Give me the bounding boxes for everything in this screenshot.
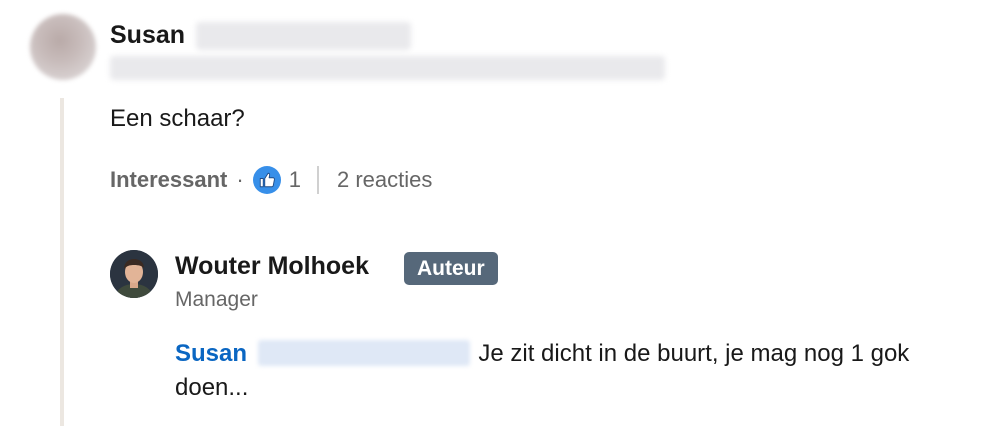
reaction-count[interactable]: 1 <box>289 167 301 193</box>
comment-actions: Interessant · 1 2 reacties <box>110 165 432 195</box>
thread-line <box>60 98 64 426</box>
comment-text: Een schaar? <box>110 105 245 132</box>
reply-text: Susan Je zit dicht in de buurt, je mag n… <box>175 337 975 405</box>
author-badge: Auteur <box>404 252 498 285</box>
reaction-button[interactable]: Interessant <box>110 167 227 193</box>
commenter-avatar[interactable] <box>30 14 96 80</box>
reply-author-name[interactable]: Wouter Molhoek <box>175 252 369 281</box>
commenter-name[interactable]: Susan <box>110 21 185 50</box>
reply-author-role: Manager <box>175 288 258 311</box>
commenter-surname-redacted <box>196 22 411 50</box>
mention-surname-redacted[interactable] <box>257 340 470 366</box>
thumbs-up-glyph <box>259 172 275 188</box>
actions-divider <box>316 166 319 194</box>
replies-link[interactable]: 2 reacties <box>337 167 432 193</box>
thumbs-up-icon[interactable] <box>252 166 281 194</box>
commenter-headline-redacted <box>110 56 665 80</box>
person-avatar-icon <box>110 250 158 298</box>
separator-dot: · <box>236 167 244 192</box>
mention-link[interactable]: Susan <box>175 340 247 367</box>
reply-author-avatar[interactable] <box>110 250 158 298</box>
